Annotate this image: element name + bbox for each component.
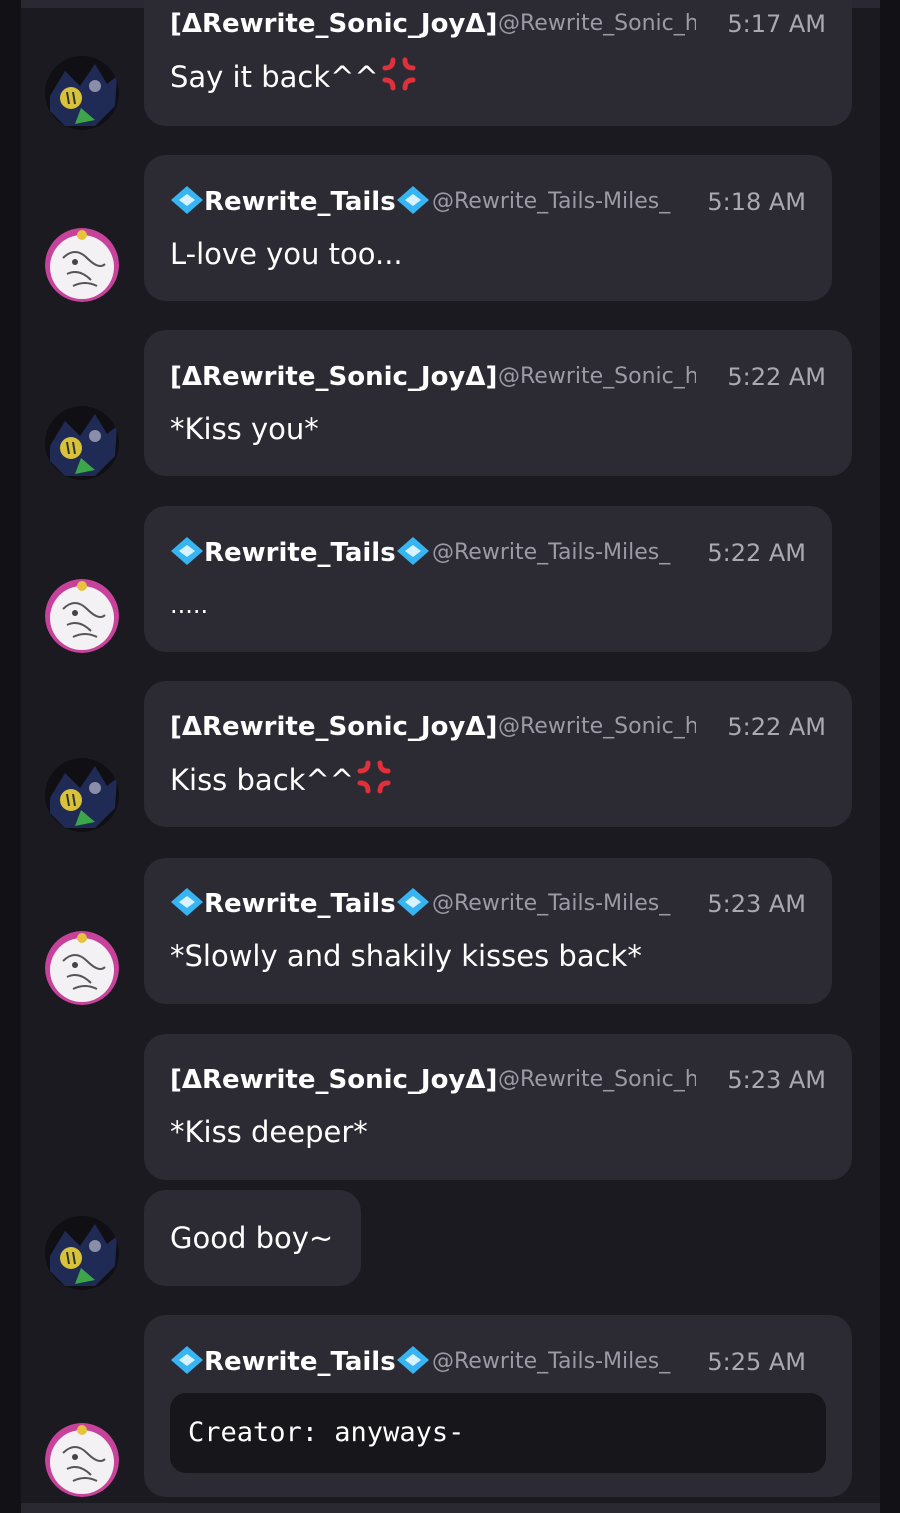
avatar[interactable]	[45, 579, 119, 653]
author-handle: @Rewrite_Sonic_h	[498, 364, 696, 389]
message-bubble: [ΔRewrite_Sonic_JoyΔ] @Rewrite_Sonic_h 5…	[144, 330, 852, 476]
author-handle: @Rewrite_Sonic_h	[498, 11, 696, 36]
timestamp: 5:18 AM	[707, 188, 806, 216]
timestamp: 5:23 AM	[707, 890, 806, 918]
blue-diamond-icon	[396, 887, 430, 924]
author-name-text: Rewrite_Tails	[204, 538, 396, 568]
white-tails-avatar-icon	[45, 228, 119, 302]
timestamp: 5:17 AM	[727, 10, 826, 38]
blue-diamond-icon	[396, 1345, 430, 1382]
dark-sonic-avatar-icon	[45, 1216, 119, 1290]
anger-symbol-icon	[381, 56, 417, 102]
timestamp: 5:22 AM	[707, 539, 806, 567]
message-text: L-love you too...	[170, 237, 403, 271]
blue-diamond-icon	[170, 536, 204, 573]
author-handle: @Rewrite_Sonic_h	[498, 714, 696, 739]
message-text: *Slowly and shakily kisses back*	[170, 939, 642, 973]
author-handle: @Rewrite_Tails-Miles_	[432, 540, 671, 565]
blue-diamond-icon	[170, 185, 204, 222]
author-handle: @Rewrite_Tails-Miles_	[432, 1349, 671, 1374]
message-text: Say it back^^	[170, 60, 379, 94]
author-name[interactable]: Rewrite_Tails	[170, 884, 430, 924]
avatar[interactable]	[45, 406, 119, 480]
message-text: *Kiss deeper*	[170, 1115, 368, 1149]
white-tails-avatar-icon	[45, 931, 119, 1005]
avatar[interactable]	[45, 931, 119, 1005]
message-bubble: Rewrite_Tails @Rewrite_Tails-Miles_ 5:22…	[144, 506, 832, 652]
avatar[interactable]	[45, 56, 119, 130]
timestamp: 5:22 AM	[727, 713, 826, 741]
anger-symbol-icon	[356, 759, 392, 805]
avatar[interactable]	[45, 1216, 119, 1290]
author-name-text: Rewrite_Tails	[204, 187, 396, 217]
author-name[interactable]: Rewrite_Tails	[170, 1342, 430, 1382]
avatar[interactable]	[45, 1423, 119, 1497]
author-name[interactable]: Rewrite_Tails	[170, 182, 430, 222]
dark-sonic-avatar-icon	[45, 56, 119, 130]
code-block: Creator: anyways-	[170, 1393, 826, 1473]
author-name-text: Rewrite_Tails	[204, 889, 396, 919]
timestamp: 5:23 AM	[727, 1066, 826, 1094]
message-text: Kiss back^^	[170, 763, 355, 797]
blue-diamond-icon	[396, 536, 430, 573]
message-bubble: [ΔRewrite_Sonic_JoyΔ] @Rewrite_Sonic_h 5…	[144, 1034, 852, 1180]
message-text-row: Say it back^^	[170, 56, 417, 102]
blue-diamond-icon	[170, 887, 204, 924]
white-tails-avatar-icon	[45, 1423, 119, 1497]
author-name-text: Rewrite_Tails	[204, 1347, 396, 1377]
avatar[interactable]	[45, 758, 119, 832]
timestamp: 5:25 AM	[707, 1348, 806, 1376]
message-text: *Kiss you*	[170, 412, 319, 446]
message-bubble: Rewrite_Tails @Rewrite_Tails-Miles_ 5:23…	[144, 858, 832, 1004]
author-name[interactable]: [ΔRewrite_Sonic_JoyΔ]	[170, 707, 497, 747]
message-bubble: Good boy~	[144, 1190, 361, 1286]
author-handle: @Rewrite_Sonic_h	[498, 1067, 696, 1092]
blue-diamond-icon	[170, 1345, 204, 1382]
blue-diamond-icon	[396, 185, 430, 222]
dark-sonic-avatar-icon	[45, 758, 119, 832]
message-bubble: [ΔRewrite_Sonic_JoyΔ] @Rewrite_Sonic_h 5…	[144, 0, 852, 126]
message-bubble: Rewrite_Tails @Rewrite_Tails-Miles_ 5:25…	[144, 1315, 852, 1497]
message-text: .....	[170, 591, 209, 619]
author-name[interactable]: [ΔRewrite_Sonic_JoyΔ]	[170, 4, 497, 44]
message-text: Good boy~	[170, 1221, 334, 1255]
timestamp: 5:22 AM	[727, 363, 826, 391]
message-bubble: [ΔRewrite_Sonic_JoyΔ] @Rewrite_Sonic_h 5…	[144, 681, 852, 827]
message-bubble: Rewrite_Tails @Rewrite_Tails-Miles_ 5:18…	[144, 155, 832, 301]
author-name[interactable]: [ΔRewrite_Sonic_JoyΔ]	[170, 1060, 497, 1100]
author-handle: @Rewrite_Tails-Miles_	[432, 189, 671, 214]
avatar[interactable]	[45, 228, 119, 302]
bottom-bar-edge	[21, 1503, 880, 1513]
author-handle: @Rewrite_Tails-Miles_	[432, 891, 671, 916]
author-name[interactable]: Rewrite_Tails	[170, 533, 430, 573]
white-tails-avatar-icon	[45, 579, 119, 653]
dark-sonic-avatar-icon	[45, 406, 119, 480]
author-name[interactable]: [ΔRewrite_Sonic_JoyΔ]	[170, 357, 497, 397]
